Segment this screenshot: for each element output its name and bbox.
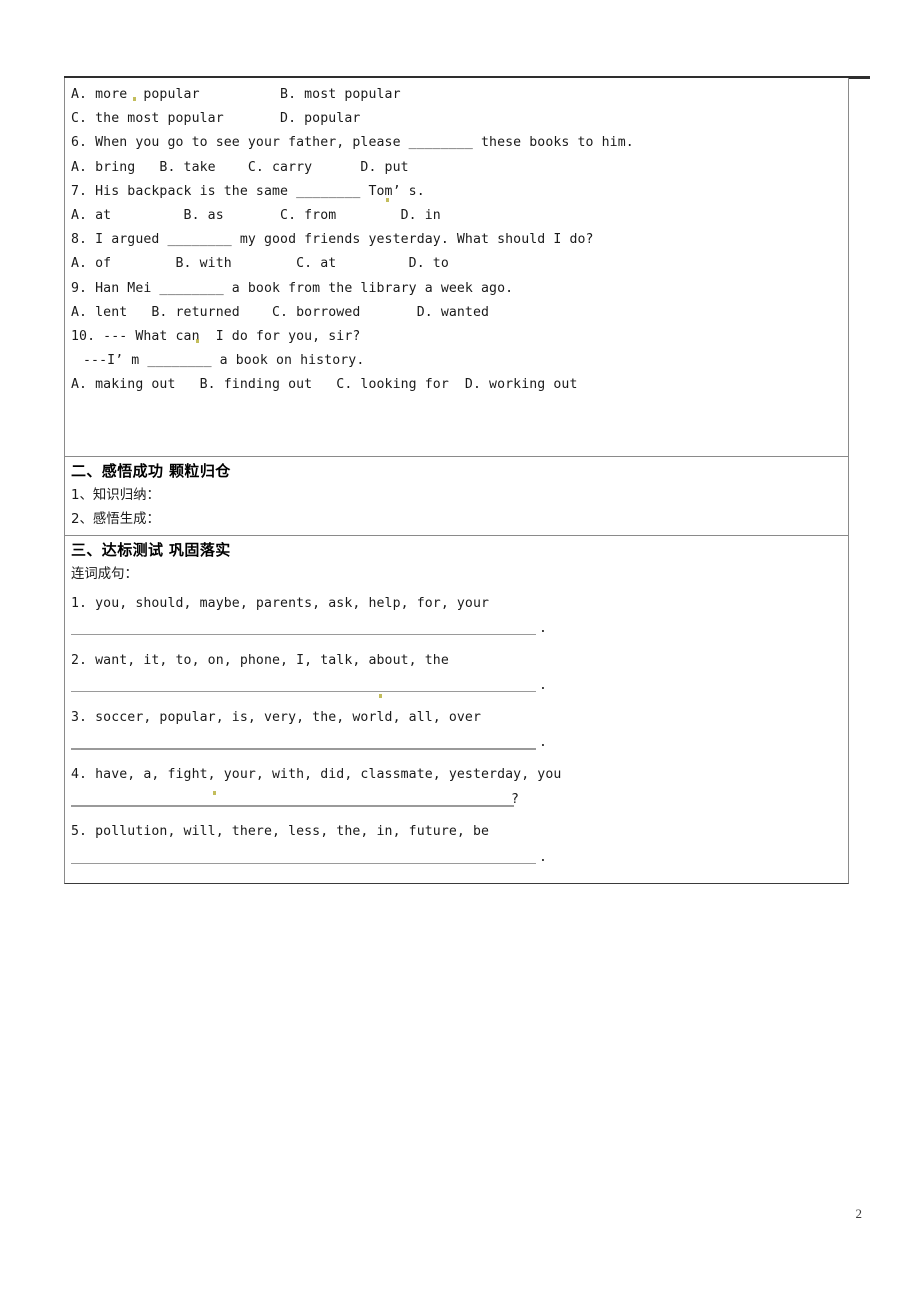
mc-line: 9. Han Mei ________ a book from the libr… — [71, 280, 514, 296]
mc-line: A. making out B. finding out C. looking … — [71, 377, 578, 393]
scramble-item: 5. pollution, will, there, less, the, in… — [65, 815, 848, 872]
answer-line[interactable]: . — [65, 619, 848, 644]
section-three-heading: 三、达标测试 巩固落实 — [71, 540, 231, 559]
scan-speck — [379, 694, 382, 698]
mc-line: C. the most popular D. popular — [71, 111, 361, 127]
worksheet-table: A. more popular B. most popular C. the m… — [64, 78, 849, 884]
answer-line[interactable]: . — [65, 676, 848, 701]
scanned-page: A. more popular B. most popular C. the m… — [0, 0, 920, 1302]
scan-speck — [133, 97, 136, 101]
page-number: 2 — [855, 1206, 863, 1221]
mc-line: A. of B. with C. at D. to — [71, 256, 449, 272]
scramble-prompt: 2. want, it, to, on, phone, I, talk, abo… — [71, 652, 449, 668]
answer-line[interactable]: . — [65, 733, 848, 758]
answer-terminator: . — [539, 620, 547, 636]
section-two-item: 1、知识归纳： — [71, 487, 160, 503]
mc-line: A. lent B. returned C. borrowed D. wante… — [71, 304, 490, 320]
mc-line: A. at B. as C. from D. in — [71, 208, 441, 224]
section-two: 二、感悟成功 颗粒归仓 1、知识归纳： 2、感悟生成： — [65, 455, 848, 535]
mc-line: 10. --- What can I do for you, sir? — [71, 329, 361, 345]
scramble-item: 1. you, should, maybe, parents, ask, hel… — [65, 587, 848, 644]
answer-line[interactable]: . — [65, 848, 848, 873]
answer-rule-line — [71, 691, 536, 693]
scramble-prompt: 4. have, a, fight, your, with, did, clas… — [71, 767, 562, 783]
scramble-prompt: 3. soccer, popular, is, very, the, world… — [71, 710, 482, 726]
mc-trailing-space — [65, 398, 848, 456]
answer-rule-line — [71, 805, 514, 807]
multiple-choice-section: A. more popular B. most popular C. the m… — [65, 78, 848, 456]
scramble-prompt: 5. pollution, will, there, less, the, in… — [71, 824, 490, 840]
scramble-item: 3. soccer, popular, is, very, the, world… — [65, 701, 848, 758]
scramble-prompt: 1. you, should, maybe, parents, ask, hel… — [71, 595, 490, 611]
answer-line[interactable]: ? — [65, 790, 848, 815]
answer-rule-line — [71, 748, 536, 750]
mc-line: A. bring B. take C. carry D. put — [71, 159, 409, 175]
mc-line: 6. When you go to see your father, pleas… — [71, 135, 634, 151]
answer-terminator: . — [539, 735, 547, 751]
scan-speck — [196, 339, 199, 343]
mc-line: 8. I argued ________ my good friends yes… — [71, 232, 594, 248]
section-three-subheading: 连词成句： — [71, 566, 138, 582]
scramble-item: 2. want, it, to, on, phone, I, talk, abo… — [65, 644, 848, 701]
answer-rule-line — [71, 633, 536, 636]
answer-terminator: ? — [511, 792, 519, 808]
scramble-item: 4. have, a, fight, your, with, did, clas… — [65, 758, 848, 815]
mc-line: 7. His backpack is the same ________ Tom… — [71, 183, 425, 199]
mc-line: ---I’ m ________ a book on history. — [83, 353, 365, 369]
section-two-heading: 二、感悟成功 颗粒归仓 — [71, 461, 231, 480]
answer-terminator: . — [539, 849, 547, 865]
scan-speck — [213, 791, 216, 795]
answer-terminator: . — [539, 678, 547, 694]
scan-speck — [386, 198, 389, 202]
section-two-item: 2、感悟生成： — [71, 511, 160, 527]
section-three: 三、达标测试 巩固落实 连词成句： 1. you, should, maybe,… — [65, 534, 848, 883]
mc-line: A. more popular B. most popular — [71, 87, 401, 102]
answer-rule-line — [71, 862, 536, 865]
